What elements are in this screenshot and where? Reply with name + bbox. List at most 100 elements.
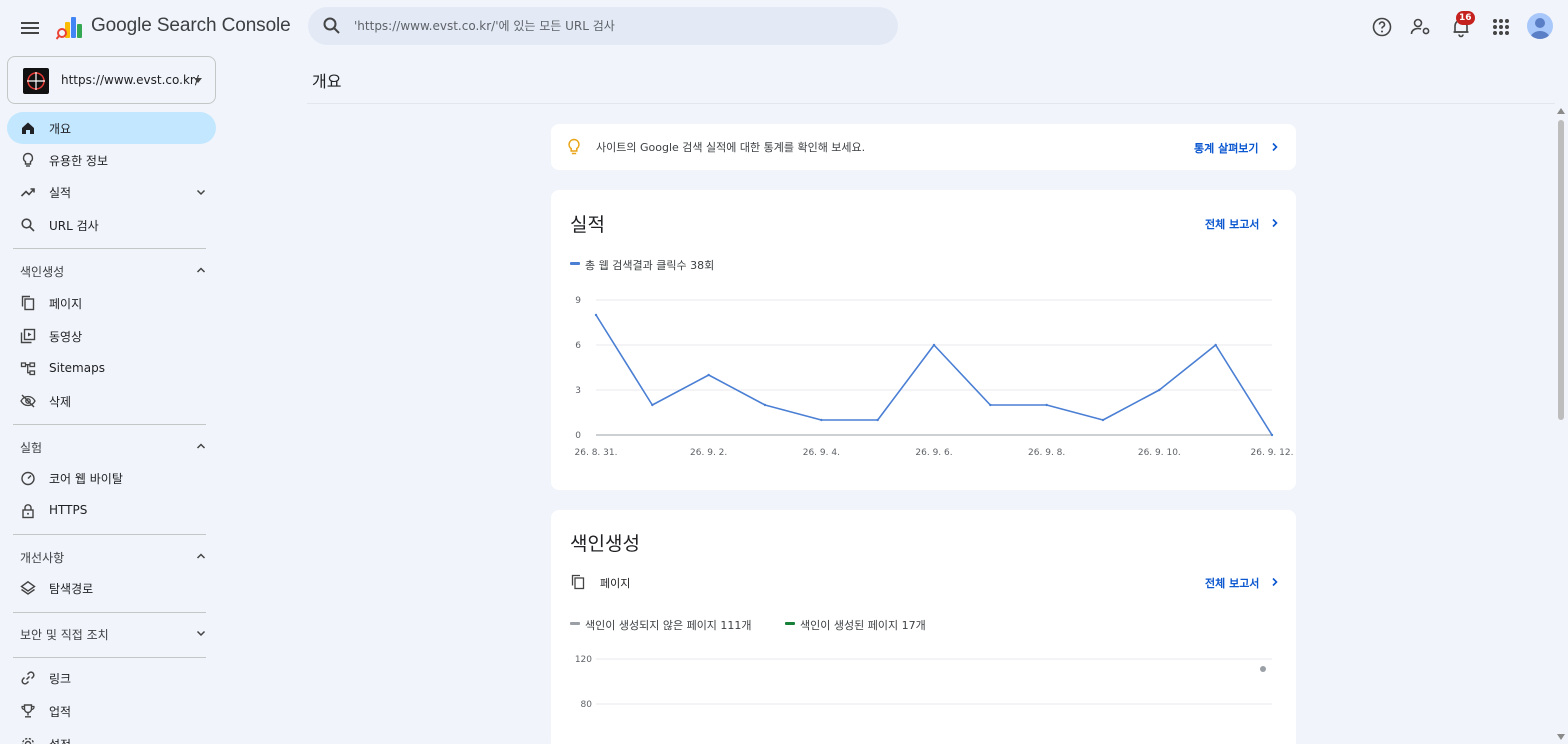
visibility-off-icon (20, 394, 36, 408)
sidebar: https://www.evst.co.kr/ 개요 유용한 정보 실적 URL… (0, 56, 222, 744)
data-point (1101, 418, 1105, 422)
series-line-clicks (595, 314, 1273, 436)
legend-swatch-indexed (785, 622, 795, 625)
legend-clicks[interactable]: 총 웹 검색결과 클릭수 38회 (585, 257, 714, 273)
sidebar-item-sitemaps[interactable]: Sitemaps (7, 353, 216, 385)
page-title: 개요 (312, 72, 342, 91)
data-point (1270, 433, 1274, 437)
sidebar-item-label: 설정 (49, 736, 71, 744)
search-icon (323, 17, 340, 34)
menu-icon[interactable] (18, 16, 42, 40)
explore-stats-link[interactable]: 통계 살펴보기 (1194, 140, 1259, 156)
account-avatar[interactable] (1527, 13, 1553, 39)
chevron-right-icon[interactable] (1270, 142, 1280, 152)
section-experience-toggle[interactable]: 실험 (7, 432, 216, 460)
sidebar-item-pages[interactable]: 페이지 (7, 287, 216, 319)
tip-text: 사이트의 Google 검색 실적에 대한 통계를 확인해 보세요. (596, 141, 866, 154)
sidebar-item-videos[interactable]: 동영상 (7, 320, 216, 352)
section-label: 개선사항 (20, 551, 65, 565)
sidebar-item-links[interactable]: 링크 (7, 662, 216, 694)
sidebar-item-label: 탐색경로 (49, 582, 94, 596)
help-icon[interactable] (1370, 15, 1394, 39)
scroll-down-arrow-icon[interactable] (1557, 734, 1565, 740)
indexing-line-chart: 120 80 (575, 655, 1272, 710)
y-tick-label: 0 (575, 431, 581, 441)
sidebar-item-performance[interactable]: 실적 (7, 176, 216, 208)
performance-full-report-link[interactable]: 전체 보고서 (1205, 216, 1259, 232)
home-icon (22, 122, 34, 134)
property-selector[interactable]: https://www.evst.co.kr/ (7, 56, 216, 104)
chevron-up-icon (196, 443, 206, 449)
data-point (707, 373, 710, 377)
sidebar-item-removals[interactable]: 삭제 (7, 385, 216, 417)
sidebar-item-url-inspection[interactable]: URL 검사 (7, 209, 216, 241)
search-icon (21, 218, 35, 232)
x-tick-label: 26. 9. 2. (690, 448, 727, 458)
top-bar: Google Search Console 16 (0, 0, 1568, 56)
caret-down-icon (194, 78, 202, 83)
divider (13, 248, 206, 249)
divider (307, 103, 1555, 104)
indexing-full-report-link[interactable]: 전체 보고서 (1205, 575, 1259, 591)
scrollbar-thumb[interactable] (1558, 120, 1564, 420)
lightbulb-icon (22, 152, 34, 167)
x-tick-label: 26. 9. 12. (1251, 448, 1294, 458)
chevron-right-icon[interactable] (1270, 577, 1280, 587)
apps-grid-icon[interactable] (1489, 15, 1513, 39)
user-settings-icon[interactable] (1409, 15, 1433, 39)
y-tick-label: 120 (575, 655, 592, 665)
sidebar-item-label: 링크 (49, 672, 72, 686)
sidebar-item-breadcrumbs[interactable]: 탐색경로 (7, 572, 216, 604)
legend-swatch-not-indexed (570, 622, 580, 625)
y-tick-label: 6 (575, 341, 581, 351)
section-indexing-toggle[interactable]: 색인생성 (7, 256, 216, 284)
sidebar-item-label: 개요 (49, 122, 72, 136)
legend-indexed[interactable]: 색인이 생성된 페이지 17개 (800, 617, 926, 633)
sidebar-item-label: 삭제 (49, 395, 72, 409)
sidebar-item-label: 코어 웹 바이탈 (49, 472, 123, 486)
x-tick-label: 26. 9. 8. (1028, 448, 1065, 458)
sidebar-item-insights[interactable]: 유용한 정보 (7, 144, 216, 176)
data-point (1214, 343, 1217, 347)
data-point (1158, 388, 1161, 392)
chevron-down-icon (196, 189, 206, 196)
data-point (763, 403, 767, 407)
y-tick-label: 80 (581, 700, 593, 710)
app-title: Google Search Console (91, 15, 291, 36)
url-inspection-search[interactable] (308, 7, 898, 45)
insights-tip-card: 사이트의 Google 검색 실적에 대한 통계를 확인해 보세요. 통계 살펴… (551, 124, 1296, 170)
section-enhancements-toggle[interactable]: 개선사항 (7, 542, 216, 570)
video-library-icon (20, 328, 36, 344)
indexing-card-title: 색인생성 (570, 533, 640, 555)
speedometer-icon (21, 471, 35, 486)
sidebar-item-core-web-vitals[interactable]: 코어 웹 바이탈 (7, 462, 216, 494)
search-console-logo-icon[interactable] (56, 14, 84, 42)
gear-icon (21, 737, 35, 744)
sidebar-item-label: 동영상 (49, 330, 83, 344)
sidebar-item-label: HTTPS (49, 503, 88, 517)
data-point (876, 418, 879, 422)
chevron-down-icon (196, 630, 206, 637)
chevron-right-icon[interactable] (1270, 218, 1280, 228)
data-point (1045, 403, 1048, 407)
x-tick-label: 26. 9. 4. (803, 448, 840, 458)
scroll-up-arrow-icon[interactable] (1557, 108, 1565, 114)
sitemap-icon (20, 362, 36, 376)
sidebar-item-overview[interactable]: 개요 (7, 112, 216, 144)
section-security-toggle[interactable]: 보안 및 직접 조치 (7, 619, 216, 647)
legend-swatch-clicks (570, 262, 580, 265)
sidebar-item-settings[interactable]: 설정 (7, 728, 216, 744)
pages-icon (21, 295, 35, 311)
section-label: 실험 (20, 441, 43, 455)
sidebar-item-https[interactable]: HTTPS (7, 495, 216, 527)
data-point (989, 403, 992, 407)
legend-not-indexed[interactable]: 색인이 생성되지 않은 페이지 111개 (585, 617, 752, 633)
sidebar-item-label: 실적 (49, 186, 72, 200)
x-tick-label: 26. 8. 31. (575, 448, 618, 458)
account-person-icon (1530, 18, 1550, 39)
chevron-up-icon (196, 553, 206, 559)
chevron-up-icon (196, 267, 206, 273)
sidebar-item-achievements[interactable]: 업적 (7, 695, 216, 727)
page-scrollbar[interactable] (1556, 104, 1568, 744)
search-input[interactable] (354, 15, 874, 37)
